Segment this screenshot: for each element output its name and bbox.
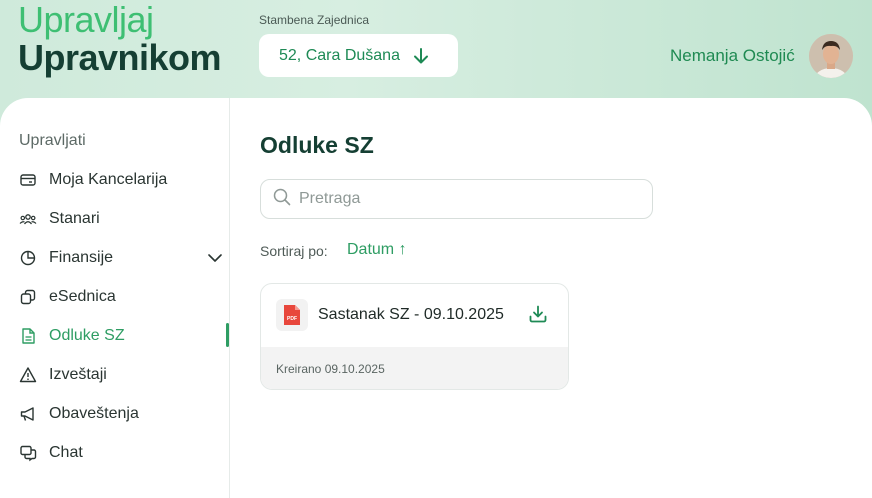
search-box[interactable]: [260, 179, 653, 219]
logo-line-1: Upravljaj: [18, 0, 154, 40]
top-header: Upravljaj Upravnikom Stambena Zajednica …: [0, 0, 872, 110]
pdf-badge-text: PDF: [287, 316, 297, 322]
sidebar-item-label: Stanari: [49, 210, 100, 227]
sidebar-item-label: eSednica: [49, 288, 116, 305]
document-title: Sastanak SZ - 09.10.2025: [318, 306, 504, 323]
sidebar-item-chat[interactable]: Chat: [19, 441, 229, 465]
sort-label: Sortiraj po:: [260, 243, 328, 259]
chevron-down-icon[interactable]: [207, 250, 223, 271]
pdf-file-icon: PDF: [276, 299, 308, 331]
community-label: Stambena Zajednica: [259, 13, 370, 27]
warning-icon: [19, 366, 37, 384]
user-name[interactable]: Nemanja Ostojić: [670, 46, 795, 66]
arrow-down-icon: [412, 47, 430, 65]
sidebar-item-stanari[interactable]: Stanari: [19, 207, 229, 231]
sidebar-item-label: Chat: [49, 444, 83, 461]
content-panel: Upravljati Moja Kancelarija Stanari Fina…: [0, 98, 872, 498]
document-card[interactable]: PDF Sastanak SZ - 09.10.2025 Kreirano 09…: [260, 283, 569, 390]
megaphone-icon: [19, 405, 37, 423]
sidebar-item-obavestenja[interactable]: Obaveštenja: [19, 402, 229, 426]
pie-chart-icon: [19, 249, 37, 267]
sidebar-item-finansije[interactable]: Finansije: [19, 246, 229, 270]
user-avatar[interactable]: [809, 34, 853, 78]
search-input[interactable]: [299, 190, 619, 208]
community-selected-value: 52, Cara Dušana: [279, 46, 400, 64]
sidebar-item-label: Finansije: [49, 249, 114, 266]
sidebar-item-label: Obaveštenja: [49, 405, 139, 422]
sidebar-item-odluke-sz[interactable]: Odluke SZ: [19, 324, 229, 348]
download-icon[interactable]: [528, 304, 548, 329]
sidebar: Upravljati Moja Kancelarija Stanari Fina…: [0, 98, 230, 498]
document-card-footer: Kreirano 09.10.2025: [261, 347, 568, 389]
document-icon: [19, 327, 37, 345]
sidebar-item-moja-kancelarija[interactable]: Moja Kancelarija: [19, 168, 229, 192]
sidebar-item-label: Izveštaji: [49, 366, 107, 383]
wallet-icon: [19, 171, 37, 189]
sort-button[interactable]: Datum ↑: [347, 241, 407, 259]
page-title: Odluke SZ: [260, 132, 374, 158]
app-logo[interactable]: Upravljaj Upravnikom: [18, 0, 222, 78]
sidebar-item-izvestaji[interactable]: Izveštaji: [19, 363, 229, 387]
active-indicator: [226, 323, 229, 347]
document-card-header: PDF Sastanak SZ - 09.10.2025: [261, 284, 568, 347]
sidebar-heading: Upravljati: [19, 132, 86, 149]
chat-icon: [19, 444, 37, 462]
copy-icon: [19, 288, 37, 306]
logo-line-2: Upravnikom: [18, 37, 222, 78]
sidebar-item-label: Odluke SZ: [49, 327, 125, 344]
sidebar-item-esednica[interactable]: eSednica: [19, 285, 229, 309]
search-icon: [272, 187, 292, 212]
users-icon: [19, 210, 37, 228]
sidebar-item-label: Moja Kancelarija: [49, 171, 168, 188]
community-select[interactable]: 52, Cara Dušana: [259, 34, 458, 77]
document-created-date: Kreirano 09.10.2025: [276, 362, 385, 376]
